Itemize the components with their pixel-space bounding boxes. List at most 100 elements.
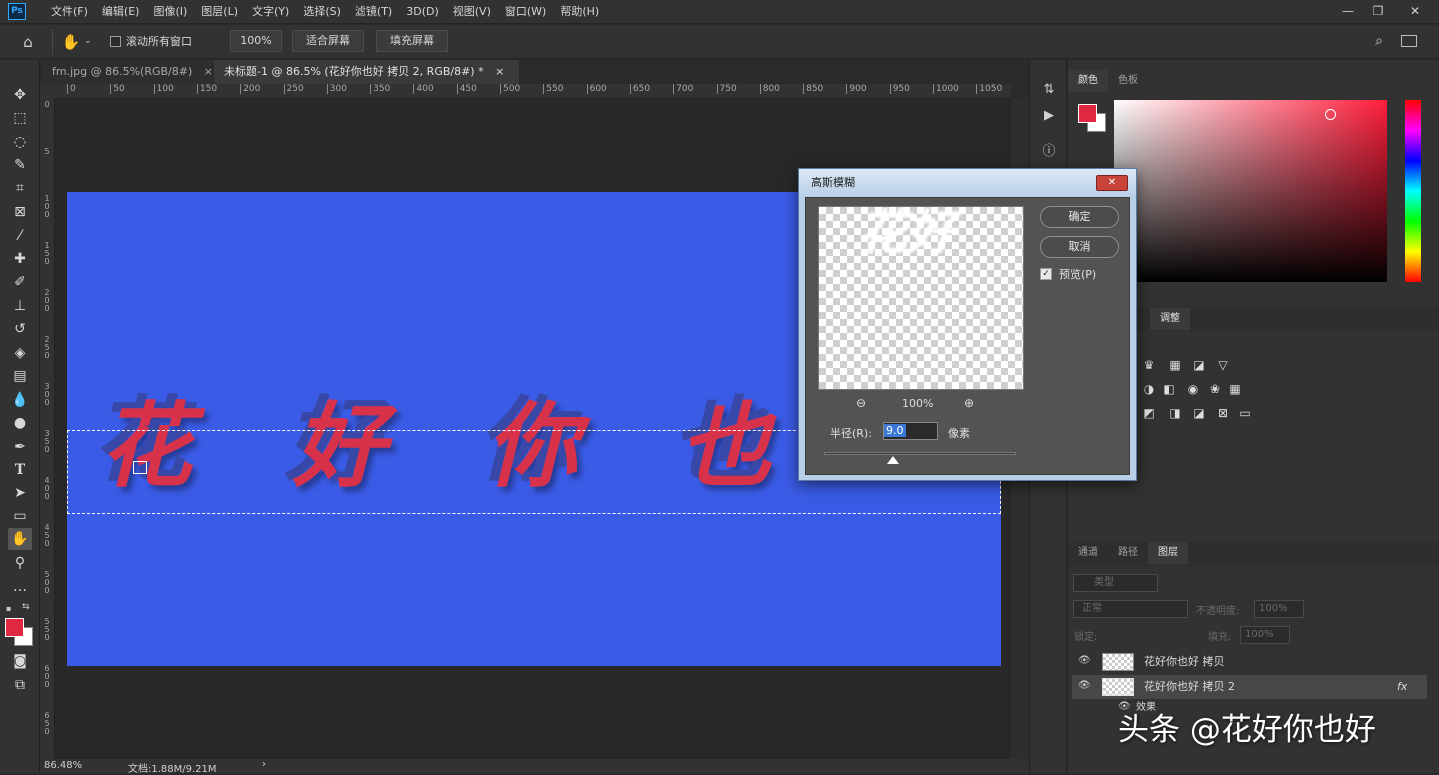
tab-channels[interactable]: 通道 xyxy=(1068,542,1108,564)
type-tool-icon[interactable]: T xyxy=(8,459,32,481)
clone-stamp-tool-icon[interactable]: ⊥ xyxy=(8,295,32,317)
layer-row[interactable]: 👁 花好你也好 拷贝 xyxy=(1072,650,1427,674)
fit-screen-button[interactable]: 适合屏幕 xyxy=(292,30,364,52)
fill-input[interactable]: 100% xyxy=(1240,626,1290,644)
search-icon[interactable]: ⌕ xyxy=(1370,33,1388,51)
info-panel-icon[interactable]: ⓘ xyxy=(1039,142,1059,162)
dialog-close-button[interactable]: ✕ xyxy=(1096,175,1128,191)
ok-button[interactable]: 确定 xyxy=(1040,206,1119,228)
layer-row-selected[interactable]: 👁 花好你也好 拷贝 2 fx xyxy=(1072,675,1427,699)
frame-tool-icon[interactable]: ⊠ xyxy=(8,201,32,223)
eyedropper-tool-icon[interactable]: ⁄ xyxy=(8,225,32,247)
menu-filter[interactable]: 滤镜(T) xyxy=(348,0,399,24)
swap-colors-icon[interactable]: ⇆ xyxy=(22,602,34,614)
close-tab-icon[interactable]: × xyxy=(495,65,504,78)
close-tab-icon[interactable]: × xyxy=(204,65,213,78)
levels-icon[interactable]: ▦ xyxy=(1166,358,1184,372)
cancel-button[interactable]: 取消 xyxy=(1040,236,1119,258)
menu-3d[interactable]: 3D(D) xyxy=(399,0,446,24)
lasso-tool-icon[interactable]: ◌ xyxy=(8,131,32,153)
zoom-100-button[interactable]: 100% xyxy=(230,30,282,52)
hand-tool-icon[interactable]: ✋ xyxy=(60,31,82,53)
preview-checkbox[interactable]: ✓ xyxy=(1040,268,1052,280)
selective-color-icon[interactable]: ⊠ xyxy=(1214,406,1232,420)
zoom-readout[interactable]: 86.48% xyxy=(44,760,82,771)
opacity-input[interactable]: 100% xyxy=(1254,600,1304,618)
workspace-icon[interactable] xyxy=(1401,35,1417,47)
vibrance-icon[interactable]: ◑ xyxy=(1140,382,1158,396)
fill-screen-button[interactable]: 填充屏幕 xyxy=(376,30,448,52)
screen-mode-icon[interactable]: ⧉ xyxy=(8,674,32,696)
tab-color[interactable]: 颜色 xyxy=(1068,70,1108,92)
eye-icon[interactable]: 👁 xyxy=(1078,656,1092,666)
gradient-map-icon[interactable]: ▭ xyxy=(1236,406,1254,420)
gradient-tool-icon[interactable]: ▤ xyxy=(8,365,32,387)
invert-icon[interactable]: ◩ xyxy=(1140,406,1158,420)
menu-layer[interactable]: 图层(L) xyxy=(194,0,245,24)
brush-tool-icon[interactable]: ✐ xyxy=(8,271,32,293)
quick-mask-icon[interactable]: ◙ xyxy=(8,650,32,672)
crop-tool-icon[interactable]: ⌗ xyxy=(8,177,32,199)
home-icon[interactable]: ⌂ xyxy=(18,32,38,52)
actions-play-icon[interactable]: ▶ xyxy=(1039,106,1059,126)
exposure-icon[interactable]: ▽ xyxy=(1214,358,1232,372)
zoom-tool-icon[interactable]: ⚲ xyxy=(8,552,32,574)
fg-color-swatch[interactable] xyxy=(1078,104,1097,123)
selection-handle[interactable] xyxy=(133,461,147,474)
marquee-tool-icon[interactable]: ⬚ xyxy=(8,107,32,129)
tab-paths[interactable]: 路径 xyxy=(1108,542,1148,564)
more-tools-icon[interactable]: … xyxy=(8,576,32,598)
blend-mode-select[interactable]: 正常 xyxy=(1073,600,1188,618)
radius-input[interactable]: 9.0 xyxy=(883,422,938,440)
menu-edit[interactable]: 编辑(E) xyxy=(95,0,147,24)
tab-adjustments[interactable]: 调整 xyxy=(1150,308,1190,330)
color-picker-marker[interactable] xyxy=(1325,109,1336,120)
channel-mixer-icon[interactable]: ❀ xyxy=(1206,382,1224,396)
brightness-icon[interactable]: ♛ xyxy=(1140,358,1158,372)
minimize-button[interactable]: — xyxy=(1333,0,1363,24)
pen-tool-icon[interactable]: ✒ xyxy=(8,436,32,458)
menu-image[interactable]: 图像(I) xyxy=(146,0,194,24)
blur-preview[interactable]: 花好 xyxy=(818,206,1024,390)
zoom-in-icon[interactable]: ⊕ xyxy=(964,396,980,412)
color-balance-icon[interactable]: ◧ xyxy=(1160,382,1178,396)
history-panel-icon[interactable]: ⇅ xyxy=(1039,80,1059,100)
scroll-all-checkbox[interactable] xyxy=(110,36,121,47)
tab-swatches[interactable]: 色板 xyxy=(1108,70,1148,92)
move-tool-icon[interactable]: ✥ xyxy=(8,84,32,106)
quick-select-tool-icon[interactable]: ✎ xyxy=(8,154,32,176)
threshold-icon[interactable]: ◪ xyxy=(1190,406,1208,420)
layer-kind-filter[interactable]: 类型 xyxy=(1073,574,1158,592)
restore-button[interactable]: ❐ xyxy=(1363,0,1393,24)
menu-help[interactable]: 帮助(H) xyxy=(553,0,606,24)
foreground-color-swatch[interactable] xyxy=(5,618,24,637)
menu-file[interactable]: 文件(F) xyxy=(44,0,95,24)
tab-layers[interactable]: 图层 xyxy=(1148,542,1188,564)
zoom-out-icon[interactable]: ⊖ xyxy=(856,396,872,412)
default-colors-icon[interactable]: ▪ xyxy=(6,604,16,614)
radius-slider-track[interactable] xyxy=(824,452,1016,455)
close-window-button[interactable]: ✕ xyxy=(1400,0,1430,24)
tab-untitled-1[interactable]: 未标题-1 @ 86.5% (花好你也好 拷贝 2, RGB/8#) * × xyxy=(214,60,519,84)
status-menu-arrow-icon[interactable]: › xyxy=(262,759,266,770)
menu-window[interactable]: 窗口(W) xyxy=(498,0,553,24)
menu-view[interactable]: 视图(V) xyxy=(446,0,498,24)
dodge-tool-icon[interactable]: ● xyxy=(8,412,32,434)
photo-filter-icon[interactable]: ◉ xyxy=(1184,382,1202,396)
radius-slider-thumb[interactable] xyxy=(887,456,900,464)
eraser-tool-icon[interactable]: ◈ xyxy=(8,342,32,364)
fx-badge[interactable]: fx xyxy=(1397,680,1407,693)
eye-icon[interactable]: 👁 xyxy=(1078,681,1092,691)
color-field[interactable] xyxy=(1114,100,1387,282)
posterize-icon[interactable]: ◨ xyxy=(1166,406,1184,420)
menu-type[interactable]: 文字(Y) xyxy=(245,0,296,24)
color-lookup-icon[interactable]: ▦ xyxy=(1226,382,1244,396)
history-brush-tool-icon[interactable]: ↺ xyxy=(8,318,32,340)
menu-select[interactable]: 选择(S) xyxy=(296,0,348,24)
healing-brush-tool-icon[interactable]: ✚ xyxy=(8,248,32,270)
hand-tool-icon[interactable]: ✋ xyxy=(8,528,32,550)
curves-icon[interactable]: ◪ xyxy=(1190,358,1208,372)
chevron-down-icon[interactable]: ⌄ xyxy=(84,34,94,48)
hue-slider[interactable] xyxy=(1405,100,1421,282)
rectangle-tool-icon[interactable]: ▭ xyxy=(8,505,32,527)
